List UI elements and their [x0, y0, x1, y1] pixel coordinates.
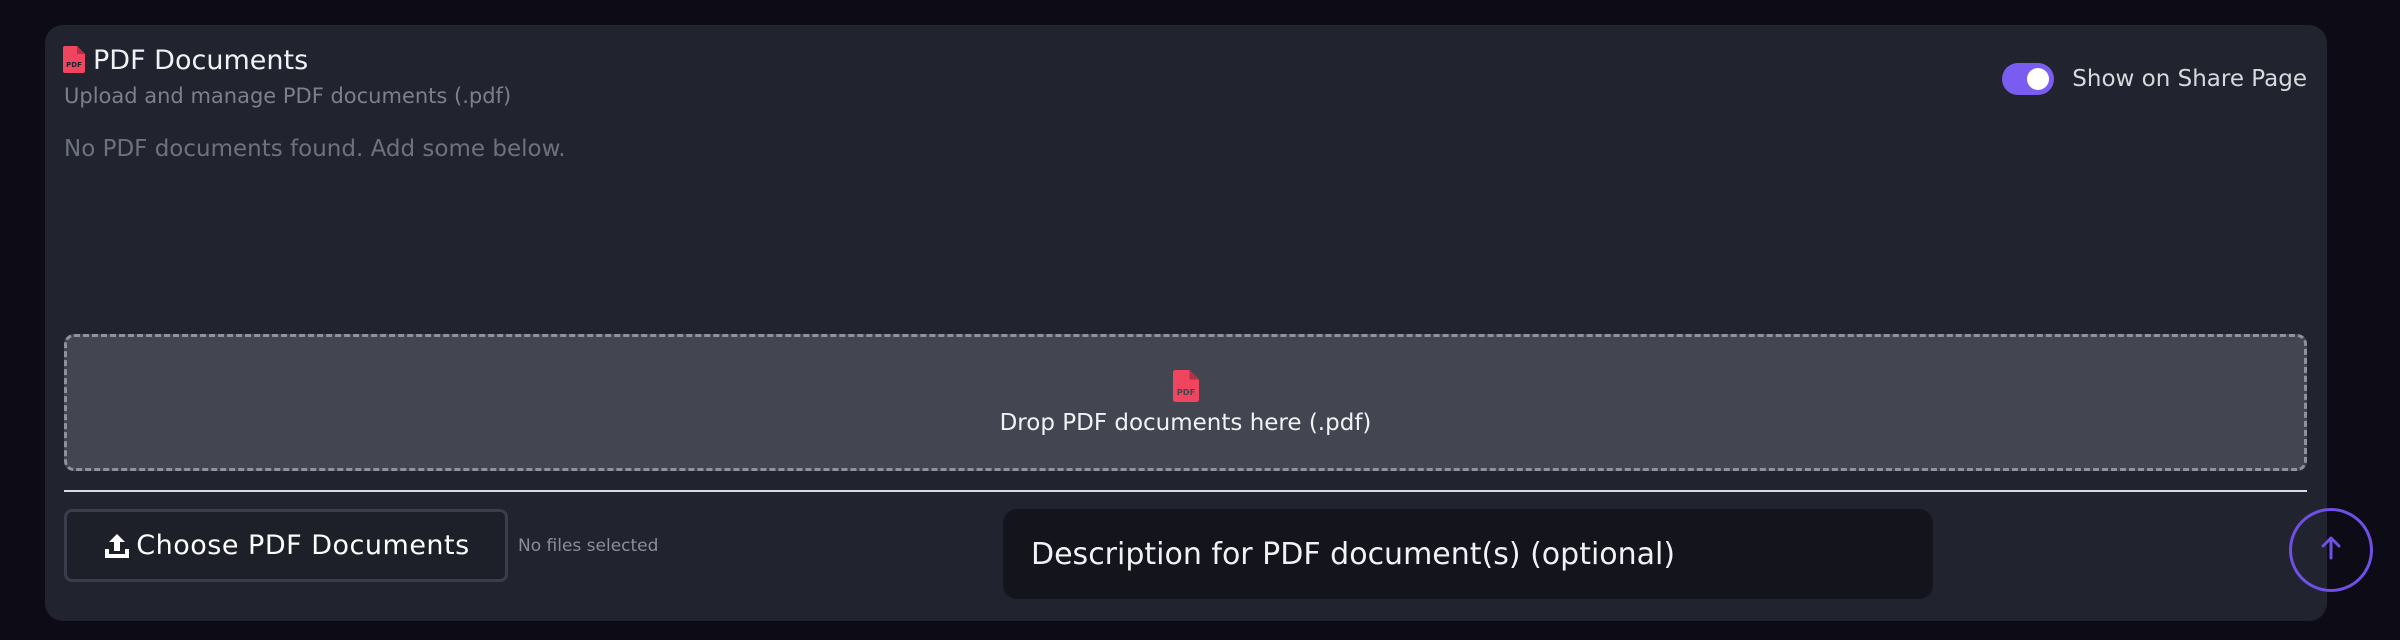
svg-text:PDF: PDF: [66, 61, 82, 69]
choose-pdf-documents-button[interactable]: Choose PDF Documents: [64, 509, 508, 582]
toggle-knob: [2027, 68, 2050, 90]
description-input[interactable]: [1003, 509, 1933, 599]
scroll-to-top-button[interactable]: [2289, 508, 2373, 592]
file-status-text: No files selected: [518, 536, 659, 556]
empty-state-message: No PDF documents found. Add some below.: [64, 136, 566, 162]
pdf-documents-card: PDF PDF Documents Upload and manage PDF …: [45, 25, 2327, 621]
share-page-toggle[interactable]: [2002, 63, 2055, 95]
section-title: PDF Documents: [93, 45, 309, 76]
pdf-dropzone[interactable]: PDF Drop PDF documents here (.pdf): [64, 334, 2307, 471]
pdf-file-icon: PDF: [63, 46, 85, 73]
pdf-file-icon: PDF: [1172, 369, 1199, 402]
choose-button-label: Choose PDF Documents: [136, 530, 470, 561]
arrow-up-icon: [2316, 533, 2346, 567]
section-subtitle: Upload and manage PDF documents (.pdf): [64, 84, 512, 108]
divider: [64, 490, 2307, 492]
dropzone-text: Drop PDF documents here (.pdf): [999, 409, 1372, 436]
upload-icon: [102, 531, 132, 561]
share-page-toggle-label: Show on Share Page: [2072, 66, 2307, 92]
share-page-toggle-group: Show on Share Page: [2002, 63, 2307, 95]
svg-text:PDF: PDF: [1176, 386, 1195, 396]
